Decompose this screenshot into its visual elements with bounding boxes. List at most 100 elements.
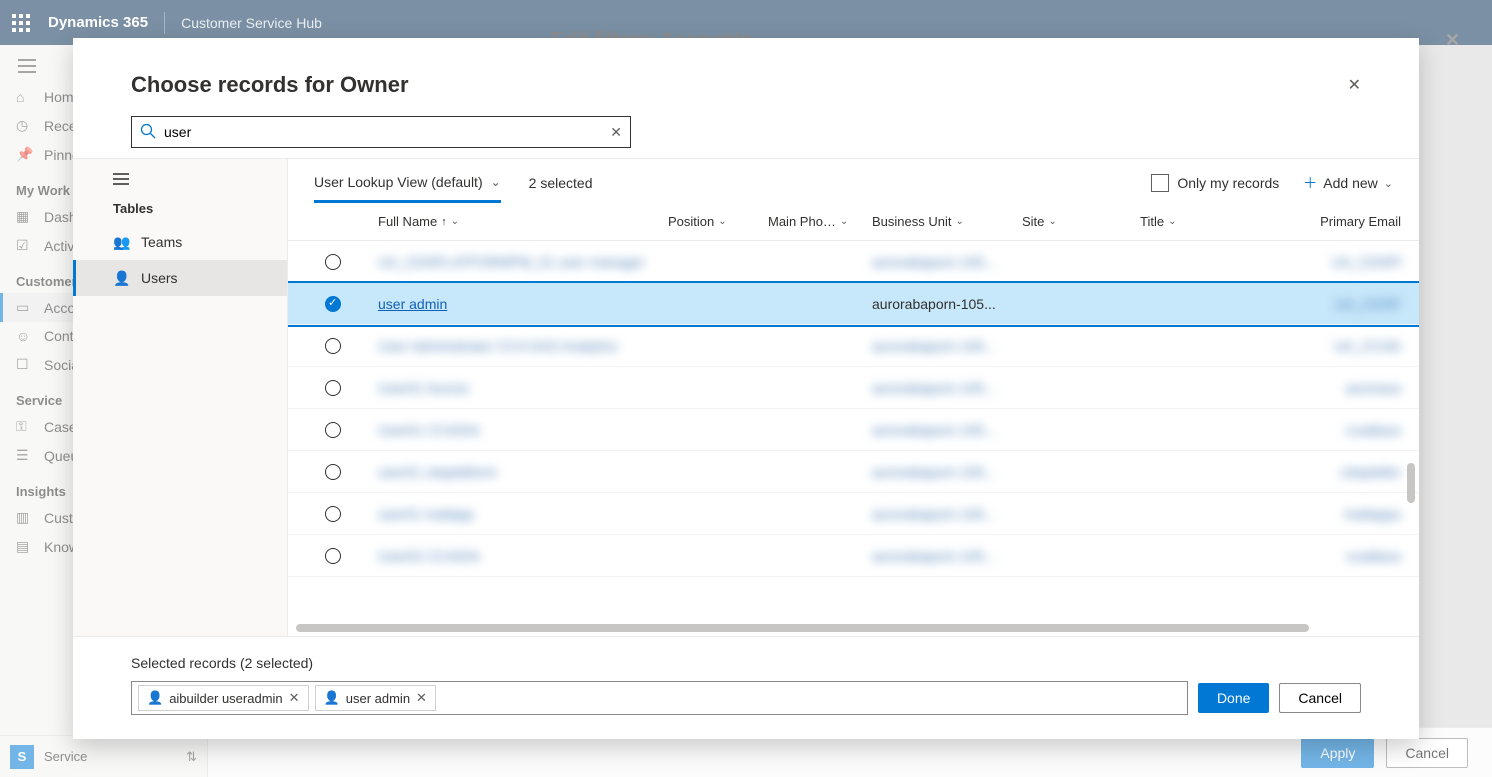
clear-search-icon[interactable]: ✕ <box>610 124 622 141</box>
selected-chip: 👤 aibuilder useradmin ✕ <box>138 685 309 711</box>
row-select-radio[interactable] <box>325 422 341 438</box>
row-select-radio[interactable] <box>325 254 341 270</box>
col-site[interactable]: Site⌄ <box>1010 214 1128 229</box>
row-select-radio[interactable] <box>325 548 341 564</box>
cell-fullname[interactable]: user admin <box>378 296 447 312</box>
cell-fullname[interactable]: user01 mailapp <box>378 506 474 522</box>
remove-chip-icon[interactable]: ✕ <box>416 690 427 706</box>
person-icon: 👤 <box>147 690 163 706</box>
cell-email: cdsplatfor <box>1340 464 1401 480</box>
sidebar-collapse-button[interactable] <box>113 159 287 191</box>
table-row[interactable]: User01 Aurora aurorabaporn-105... auroraus <box>288 367 1419 409</box>
chip-label: aibuilder useradmin <box>169 691 282 706</box>
grid-header: Full Name↑⌄ Position⌄ Main Pho…⌄ Busines… <box>288 203 1419 241</box>
cell-fullname[interactable]: user01 cdsplatform <box>378 464 497 480</box>
chip-label: user admin <box>346 691 410 706</box>
vertical-scrollbar[interactable] <box>1407 463 1415 503</box>
cell-fullname[interactable]: UA_CDSPLATFORMPM_01 user manager <box>378 254 645 270</box>
cell-bu: aurorabaporn-105... <box>872 548 996 564</box>
cell-email: auroraus <box>1346 380 1401 396</box>
only-my-label: Only my records <box>1177 175 1279 191</box>
chevron-down-icon: ⌄ <box>955 216 963 227</box>
add-new-button[interactable]: ＋ Add new ⌄ <box>1303 173 1393 193</box>
row-select-radio[interactable] <box>325 338 341 354</box>
table-users[interactable]: 👤 Users <box>73 260 287 296</box>
table-item-label: Teams <box>141 234 182 250</box>
cell-email: UA_CDSP <box>1335 296 1401 312</box>
cell-bu: aurorabaporn-105... <box>872 338 996 354</box>
people-icon: 👥 <box>113 234 135 251</box>
col-title[interactable]: Title⌄ <box>1128 214 1218 229</box>
chevron-down-icon: ⌄ <box>1048 216 1056 227</box>
col-fullname[interactable]: Full Name↑⌄ <box>366 214 656 229</box>
results-pane: User Lookup View (default) ⌄ 2 selected … <box>288 159 1419 636</box>
done-button[interactable]: Done <box>1198 683 1269 713</box>
col-business-unit[interactable]: Business Unit⌄ <box>860 214 1010 229</box>
selected-chips-input[interactable]: 👤 aibuilder useradmin ✕ 👤 user admin ✕ <box>131 681 1188 715</box>
lookup-modal: Choose records for Owner ✕ ✕ Tables 👥 Tea… <box>73 38 1419 739</box>
cell-bu: aurorabaporn-105... <box>872 464 996 480</box>
table-row[interactable]: User01 CCADIA aurorabaporn-105... ccadiaus <box>288 409 1419 451</box>
tables-label: Tables <box>113 191 287 224</box>
col-position[interactable]: Position⌄ <box>656 214 756 229</box>
cell-email: ccadiaus <box>1346 422 1401 438</box>
sort-asc-icon: ↑ <box>441 216 447 228</box>
chevron-down-icon: ⌄ <box>491 175 501 189</box>
table-row[interactable]: user admin aurorabaporn-105... UA_CDSP <box>288 283 1419 325</box>
results-grid: Full Name↑⌄ Position⌄ Main Pho…⌄ Busines… <box>288 203 1419 636</box>
cell-email: UA_CDSPl <box>1332 254 1401 270</box>
search-box[interactable]: ✕ <box>131 116 631 148</box>
add-new-label: Add new <box>1323 175 1377 191</box>
horizontal-scrollbar[interactable] <box>296 624 1309 632</box>
chevron-down-icon: ⌄ <box>840 216 848 227</box>
checkbox-icon <box>1151 174 1169 192</box>
chevron-down-icon: ⌄ <box>718 216 726 227</box>
chevron-down-icon: ⌄ <box>1168 216 1176 227</box>
selected-chip: 👤 user admin ✕ <box>315 685 436 711</box>
remove-chip-icon[interactable]: ✕ <box>289 690 300 706</box>
cell-fullname[interactable]: User02 CCADIA <box>378 548 480 564</box>
cell-bu: aurorabaporn-105... <box>872 422 996 438</box>
cell-bu: aurorabaporn-105... <box>872 296 996 312</box>
row-select-radio[interactable] <box>325 506 341 522</box>
view-label: User Lookup View (default) <box>314 174 483 190</box>
search-icon <box>140 123 156 142</box>
cell-fullname[interactable]: User01 CCADIA <box>378 422 480 438</box>
person-icon: 👤 <box>113 270 135 287</box>
table-item-label: Users <box>141 270 178 286</box>
table-row[interactable]: User02 CCADIA aurorabaporn-105... ccadiaus <box>288 535 1419 577</box>
modal-title: Choose records for Owner <box>131 72 409 98</box>
only-my-records-toggle[interactable]: Only my records <box>1151 174 1279 192</box>
row-select-radio[interactable] <box>325 296 341 312</box>
table-row[interactable]: UA_CDSPLATFORMPM_01 user managerauroraba… <box>288 241 1419 283</box>
col-email[interactable]: Primary Email <box>1218 214 1419 229</box>
cell-email: mailappu <box>1344 506 1401 522</box>
chevron-down-icon: ⌄ <box>1384 177 1393 190</box>
modal-footer: Selected records (2 selected) 👤 aibuilder… <box>73 636 1419 739</box>
tables-sidebar: Tables 👥 Teams 👤 Users <box>73 159 288 636</box>
plus-icon: ＋ <box>1303 173 1317 193</box>
modal-header: Choose records for Owner ✕ <box>73 38 1419 116</box>
col-phone[interactable]: Main Pho…⌄ <box>756 214 860 229</box>
cell-fullname[interactable]: User Administrator CCA DAS Analytics <box>378 338 618 354</box>
close-icon[interactable]: ✕ <box>1348 75 1361 95</box>
grid-toolbar: User Lookup View (default) ⌄ 2 selected … <box>288 159 1419 203</box>
cell-email: ccadiaus <box>1346 548 1401 564</box>
selection-count: 2 selected <box>529 175 593 201</box>
table-row[interactable]: user01 cdsplatform aurorabaporn-105... cds… <box>288 451 1419 493</box>
table-row[interactable]: user01 mailapp aurorabaporn-105... mailapp… <box>288 493 1419 535</box>
table-teams[interactable]: 👥 Teams <box>113 224 287 260</box>
row-select-radio[interactable] <box>325 464 341 480</box>
chevron-down-icon: ⌄ <box>451 216 459 227</box>
person-icon: 👤 <box>324 690 340 706</box>
cell-bu: aurorabaporn-105... <box>872 506 996 522</box>
cell-fullname[interactable]: User01 Aurora <box>378 380 468 396</box>
cell-email: UA_CCAD <box>1334 338 1401 354</box>
table-row[interactable]: User Administrator CCA DAS Analytics auro… <box>288 325 1419 367</box>
cancel-button[interactable]: Cancel <box>1279 683 1361 713</box>
search-input[interactable] <box>164 124 610 140</box>
cell-bu: aurorabaporn-105... <box>872 380 996 396</box>
view-selector[interactable]: User Lookup View (default) ⌄ <box>314 174 501 203</box>
row-select-radio[interactable] <box>325 380 341 396</box>
selected-records-label: Selected records (2 selected) <box>131 655 1361 671</box>
